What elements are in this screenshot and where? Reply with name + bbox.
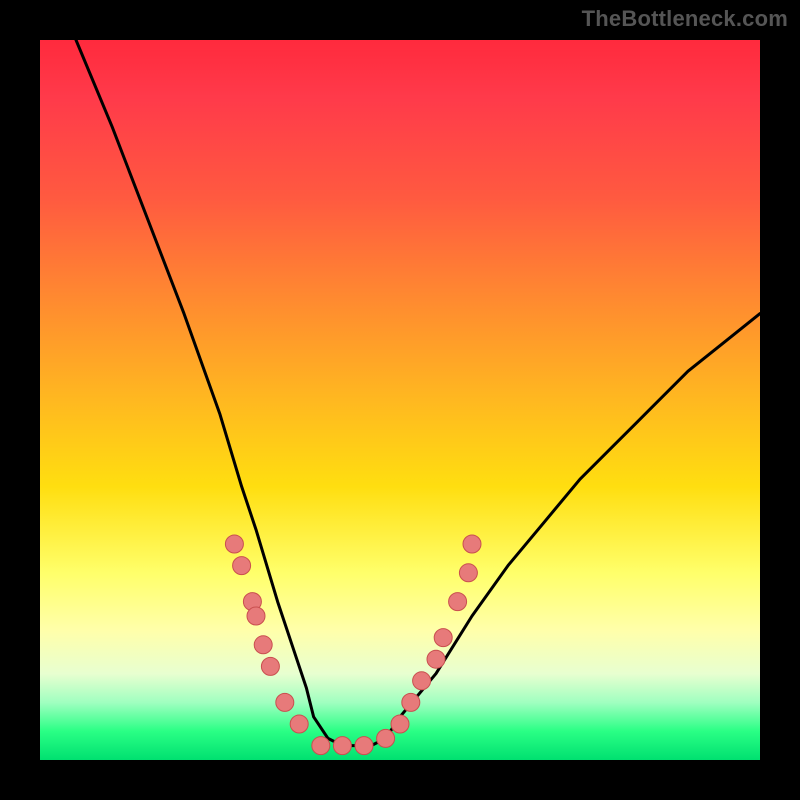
data-marker	[261, 657, 279, 675]
bottleneck-curve	[76, 40, 760, 746]
data-marker	[463, 535, 481, 553]
plot-area	[40, 40, 760, 760]
data-marker	[413, 672, 431, 690]
data-marker	[276, 693, 294, 711]
data-marker	[225, 535, 243, 553]
data-marker	[391, 715, 409, 733]
data-marker	[377, 729, 395, 747]
data-marker	[449, 593, 467, 611]
chart-frame: TheBottleneck.com	[0, 0, 800, 800]
data-marker	[333, 737, 351, 755]
data-marker	[402, 693, 420, 711]
data-marker	[233, 557, 251, 575]
watermark-text: TheBottleneck.com	[582, 6, 788, 32]
data-marker	[290, 715, 308, 733]
data-marker	[434, 629, 452, 647]
plot-svg	[40, 40, 760, 760]
data-marker	[355, 737, 373, 755]
data-marker	[254, 636, 272, 654]
data-marker	[427, 650, 445, 668]
data-marker	[247, 607, 265, 625]
data-marker	[459, 564, 477, 582]
data-marker	[312, 737, 330, 755]
